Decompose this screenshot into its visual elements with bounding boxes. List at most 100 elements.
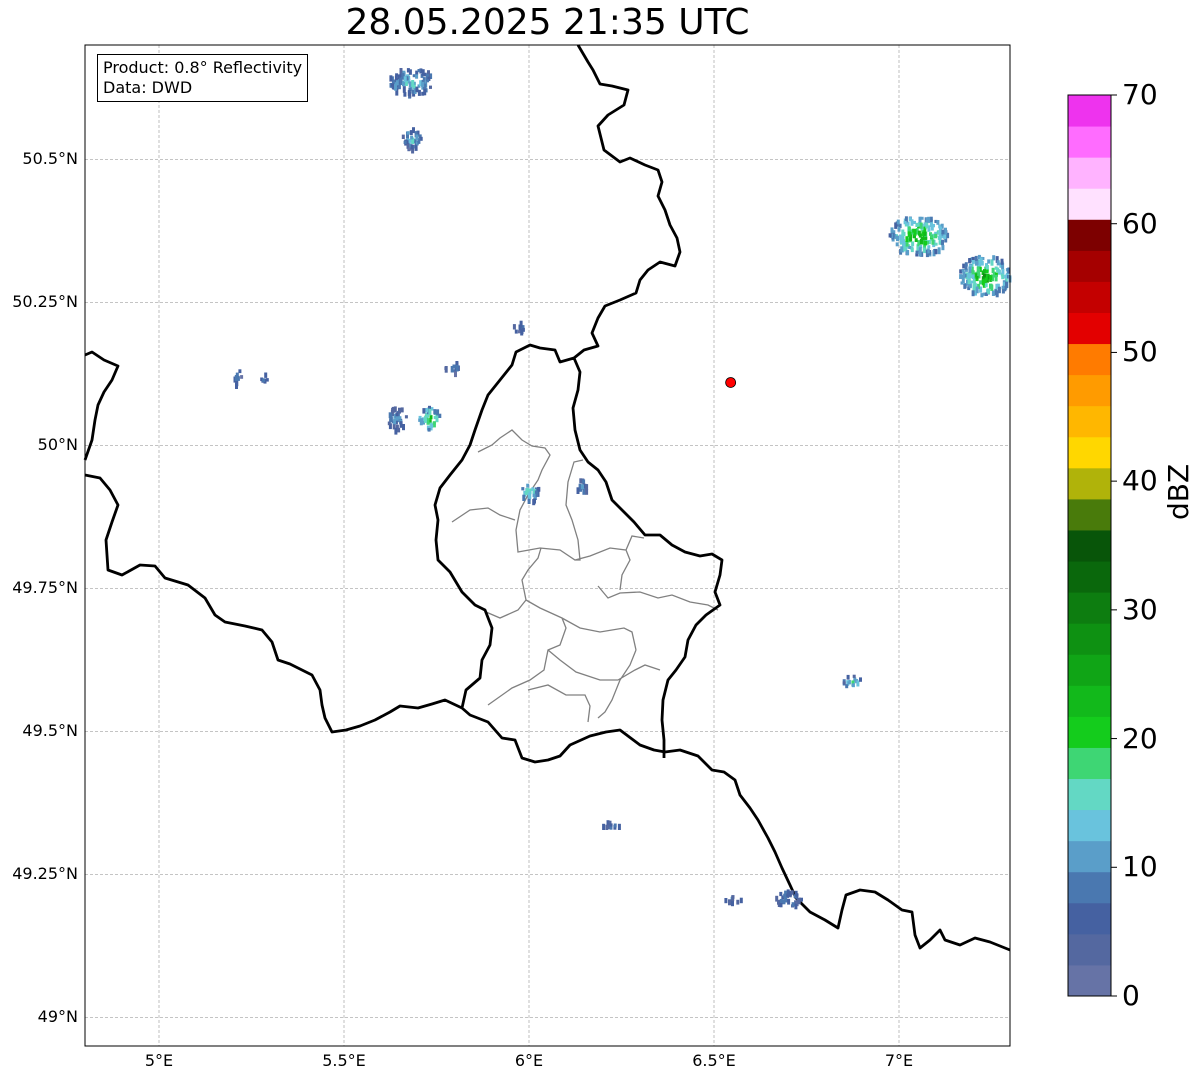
lon-tick-label: 6.5°E <box>692 1051 736 1070</box>
echo-pixel <box>525 487 529 493</box>
echo-pixel <box>417 69 421 73</box>
colorbar-swatch <box>1068 126 1111 158</box>
colorbar-tick-label: 10 <box>1122 850 1158 884</box>
echo-pixel <box>391 83 394 87</box>
echo-pixel <box>995 290 999 298</box>
echo-pixel <box>528 494 532 499</box>
echo-pixel <box>979 280 983 285</box>
echo-pixel <box>403 140 407 144</box>
echo-pixel <box>403 92 407 97</box>
colorbar-swatch <box>1068 405 1111 438</box>
echo-pixel <box>936 220 940 225</box>
echo-pixel <box>894 222 898 229</box>
echo-pixel <box>845 684 849 689</box>
colorbar-swatch <box>1068 716 1111 748</box>
echo-pixel <box>842 681 846 685</box>
echo-pixel <box>527 498 531 504</box>
echo-pixel <box>736 899 740 905</box>
echo-pixel <box>784 890 788 894</box>
echo-pixel <box>404 415 408 419</box>
echo-pixel <box>1005 281 1008 289</box>
colorbar-swatch <box>1068 467 1111 500</box>
echo-pixel <box>238 369 242 374</box>
map-title: 28.05.2025 21:35 UTC <box>345 2 750 43</box>
echo-pixel <box>930 234 934 239</box>
echo-pixel <box>512 324 516 330</box>
echo-pixel <box>959 274 963 279</box>
echo-pixel <box>522 494 526 501</box>
echo-pixel <box>408 69 412 75</box>
product-label: Product: 0.8° Reflectivity <box>103 58 303 77</box>
echo-pixel <box>910 247 914 253</box>
echo-pixel <box>427 427 431 432</box>
echo-pixel <box>941 244 945 251</box>
echo-pixel <box>975 286 979 294</box>
echo-pixel <box>917 230 921 236</box>
echo-pixel <box>415 74 419 79</box>
echo-pixel <box>979 257 983 264</box>
echo-pixel <box>576 487 580 494</box>
echo-pixel <box>399 421 403 428</box>
echo-pixel <box>987 288 991 294</box>
echo-pixel <box>794 890 798 896</box>
echo-pixel <box>910 219 914 226</box>
colorbar <box>1067 94 1117 997</box>
echo-pixel <box>906 250 910 256</box>
echo-pixel <box>400 407 404 413</box>
echo-pixel <box>905 236 909 242</box>
echo-pixel <box>976 266 980 272</box>
echo-pixel <box>967 273 971 279</box>
lat-tick-label: 49.5°N <box>22 721 78 741</box>
colorbar-swatch <box>1068 778 1111 811</box>
colorbar-unit-label: dBZ <box>1162 463 1195 520</box>
echo-pixel <box>991 290 995 296</box>
echo-pixel <box>724 898 728 904</box>
echo-pixel <box>992 255 996 261</box>
echo-pixel <box>932 223 935 228</box>
echo-pixel <box>968 283 972 288</box>
echo-pixel <box>784 896 788 903</box>
echo-pixel <box>395 424 399 429</box>
echo-pixel <box>532 499 536 506</box>
echo-pixel <box>401 134 405 139</box>
echo-pixel <box>398 407 401 414</box>
echo-pixel <box>968 266 972 274</box>
echo-pixel <box>432 421 436 425</box>
map-background <box>85 45 1010 1046</box>
echo-pixel <box>971 290 975 297</box>
echo-pixel <box>389 416 393 423</box>
colorbar-tick-label: 20 <box>1122 721 1158 755</box>
echo-pixel <box>519 320 523 328</box>
echo-pixel <box>931 239 935 245</box>
echo-pixel <box>907 226 911 231</box>
echo-pixel <box>407 90 411 96</box>
echo-pixel <box>779 898 783 903</box>
echo-pixel <box>974 255 978 261</box>
echo-pixel <box>264 372 268 378</box>
echo-pixel <box>991 267 995 274</box>
echo-pixel <box>896 235 899 242</box>
echo-pixel <box>895 242 899 247</box>
echo-pixel <box>911 241 915 247</box>
echo-pixel <box>532 493 536 497</box>
echo-pixel <box>941 229 945 235</box>
lon-tick-label: 7°E <box>884 1051 914 1070</box>
echo-pixel <box>444 366 448 370</box>
echo-pixel <box>922 247 926 253</box>
colorbar-swatch <box>1068 219 1111 251</box>
echo-pixel <box>901 229 905 237</box>
echo-pixel <box>943 234 947 240</box>
radar-map <box>83 44 1117 1047</box>
echo-pixel <box>985 269 989 274</box>
echo-pixel <box>613 823 617 828</box>
echo-pixel <box>938 234 942 239</box>
echo-pixel <box>394 427 398 435</box>
echo-pixel <box>433 416 437 420</box>
echo-pixel <box>996 267 1000 273</box>
echo-pixel <box>394 84 397 91</box>
echo-pixel <box>900 240 904 244</box>
radar-site-marker-layer <box>725 377 737 388</box>
echo-pixel <box>920 236 924 242</box>
echo-pixel <box>852 674 856 678</box>
echo-pixel <box>968 258 972 264</box>
